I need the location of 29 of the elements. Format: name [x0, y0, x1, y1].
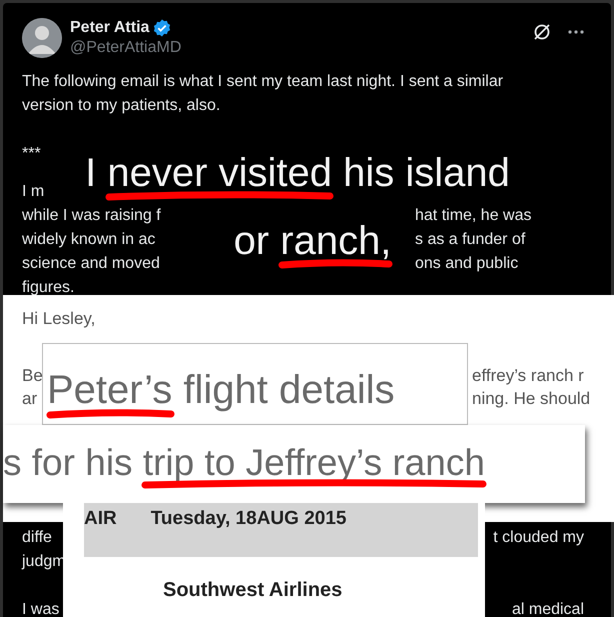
- email-text: effrey’s ranch r: [472, 364, 584, 386]
- itinerary-text: AIR: [84, 507, 117, 531]
- tweet-text: al medical: [512, 600, 584, 617]
- tweet-text: I was: [22, 600, 60, 617]
- slashed-circle-icon[interactable]: [532, 22, 552, 42]
- email-text: Be: [22, 364, 43, 386]
- email-text: Hi Lesley,: [22, 308, 96, 330]
- author-handle[interactable]: @PeterAttiaMD: [70, 38, 182, 58]
- author-name[interactable]: Peter Attia: [70, 18, 150, 38]
- tweet-text: ons and public: [415, 254, 518, 274]
- email-text: ning. He should: [472, 388, 590, 410]
- tweet-text: t clouded my: [493, 528, 584, 548]
- tweet-text: I m: [22, 182, 44, 202]
- tweet-text: while I was raising f: [22, 206, 161, 226]
- airline-name: Southwest Airlines: [163, 578, 344, 603]
- avatar[interactable]: [22, 18, 62, 58]
- tweet-text: diffe: [22, 528, 52, 548]
- tweet-text: s as a funder of: [415, 230, 526, 250]
- tweet-text: The following email is what I sent my team last night. I sent a similar version to my patients, also.: [22, 72, 504, 116]
- tweet-text: ***: [22, 144, 42, 164]
- tweet-text: widely known in ac: [22, 230, 156, 250]
- more-icon[interactable]: [568, 30, 584, 34]
- clipping-text: s for his trip to Jeffrey’s ranch: [3, 441, 486, 485]
- tweet-text: figures.: [22, 278, 74, 298]
- tweet-text: hat time, he was: [415, 206, 532, 226]
- clipping-text: Peter’s flight details: [47, 367, 396, 414]
- itinerary-text: Tuesday, 18AUG 2015: [150, 507, 346, 531]
- email-text: ar: [22, 388, 38, 410]
- tweet-text: science and moved: [22, 254, 160, 274]
